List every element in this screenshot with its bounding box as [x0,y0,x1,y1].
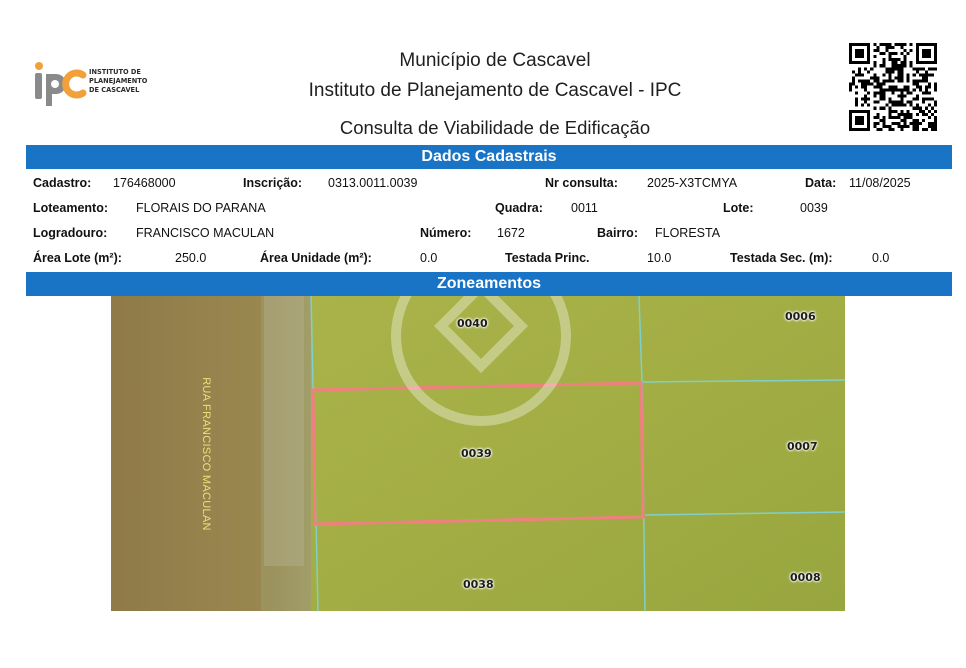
value-inscricao: 0313.0011.0039 [328,176,418,190]
value-area-lote: 250.0 [175,251,207,265]
value-nr-consulta: 2025-X3TCMYA [647,176,738,190]
label-bairro: Bairro: [597,226,638,240]
value-quadra: 0011 [571,201,598,215]
label-logradouro: Logradouro: [33,226,108,240]
value-lote: 0039 [800,201,828,215]
label-area-lote: Área Lote (m²): [33,251,122,265]
label-numero: Número: [420,226,472,240]
lot-label: 0040 [457,317,488,330]
zoning-map[interactable]: RUA FRANCISCO MACULAN 0040 0006 0039 000… [111,296,845,611]
value-logradouro: FRANCISCO MACULAN [136,226,275,240]
value-data: 11/08/2025 [849,176,911,190]
value-bairro: FLORESTA [655,226,721,240]
label-lote: Lote: [723,201,754,215]
lot-label: 0006 [785,310,816,323]
street-label: RUA FRANCISCO MACULAN [200,376,212,531]
value-numero: 1672 [497,226,525,240]
label-quadra: Quadra: [495,201,543,215]
document-title: Consulta de Viabilidade de Edificação [339,117,651,138]
label-testada-sec: Testada Sec. (m): [730,251,833,265]
value-testada-princ: 10.0 [647,251,672,265]
qr-code [849,43,937,131]
lot-label: 0039 [461,447,492,460]
value-area-unidade: 0.0 [420,251,438,265]
value-cadastro: 176468000 [113,176,176,190]
lot-label: 0038 [463,578,494,591]
label-nr-consulta: Nr consulta: [545,176,618,190]
institute-title: Instituto de Planejamento de Cascavel - … [308,80,682,101]
municipality-title: Município de Cascavel [399,50,591,71]
label-testada-princ: Testada Princ. [505,251,590,265]
value-testada-sec: 0.0 [872,251,890,265]
label-cadastro: Cadastro: [33,176,92,190]
label-area-unidade: Área Unidade (m²): [260,251,372,265]
lot-label: 0008 [790,571,821,584]
label-loteamento: Loteamento: [33,201,108,215]
label-inscricao: Inscrição: [243,176,303,190]
lot-label: 0007 [787,440,818,453]
section-bar-zoning: Zoneamentos [26,272,952,296]
section-bar-cadastral: Dados Cadastrais [26,145,952,169]
value-loteamento: FLORAIS DO PARANA [136,201,266,215]
label-data: Data: [805,176,837,190]
